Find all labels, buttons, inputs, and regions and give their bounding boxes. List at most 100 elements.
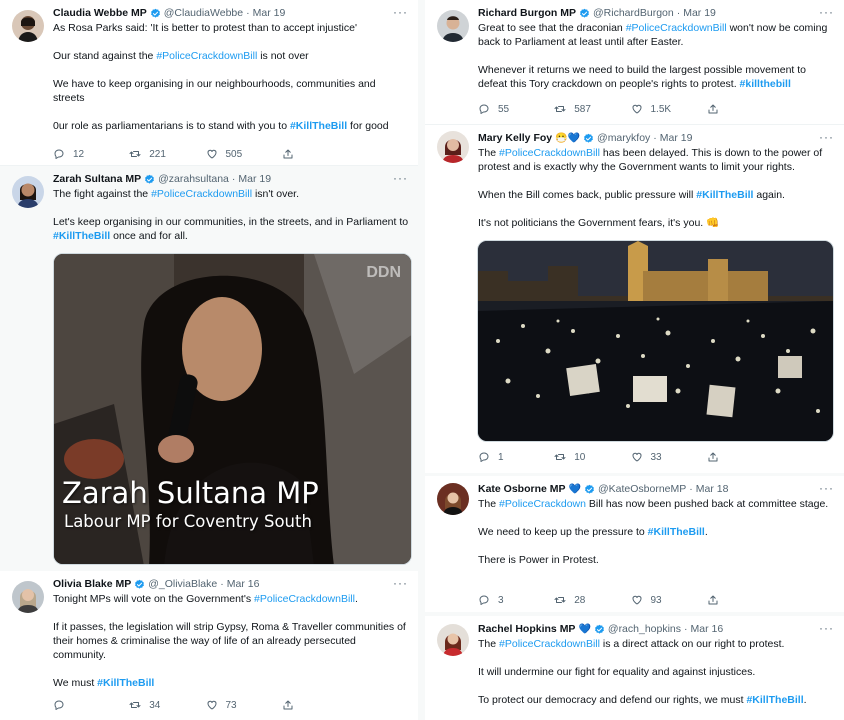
retweet-count: 10 <box>574 451 586 463</box>
more-options-icon[interactable]: ··· <box>393 576 408 590</box>
author-name[interactable]: Olivia Blake MP <box>53 578 131 590</box>
tweet-text: The fight against the #PoliceCrackdownBi… <box>53 187 410 243</box>
avatar[interactable] <box>437 10 469 42</box>
author-name[interactable]: Mary Kelly Foy <box>478 132 552 144</box>
author-name[interactable]: Richard Burgon MP <box>478 7 576 19</box>
reply-button[interactable] <box>53 699 129 711</box>
separator-dot: · <box>689 483 693 495</box>
video-player[interactable]: DDN Zarah Sultana MP Labour MP for Coven… <box>53 253 412 565</box>
avatar[interactable] <box>12 176 44 208</box>
author-handle[interactable]: @zarahsultana <box>158 173 229 185</box>
hashtag-link[interactable]: #PoliceCrackdown <box>499 498 586 510</box>
hashtag-link[interactable]: #KillTheBill <box>648 526 705 538</box>
tweet-actions: 12 221 505 <box>53 148 358 160</box>
name-emoji: 😷💙 <box>555 132 581 144</box>
like-button[interactable]: 505 <box>206 148 282 160</box>
avatar[interactable] <box>437 483 469 515</box>
author-handle[interactable]: @marykfoy <box>597 132 650 144</box>
tweet-date[interactable]: Mar 19 <box>238 173 271 185</box>
tweet-mary-kelly-foy[interactable]: Mary Kelly Foy 😷💙 @marykfoy · Mar 19 The… <box>425 125 844 473</box>
retweet-button[interactable]: 34 <box>129 699 205 711</box>
author-handle[interactable]: @ClaudiaWebbe <box>164 7 243 19</box>
author-handle[interactable]: @_OliviaBlake <box>148 578 217 590</box>
tweet-date[interactable]: Mar 19 <box>253 7 286 19</box>
text: We need to keep up the pressure to <box>478 526 648 538</box>
hashtag-link[interactable]: #KillTheBill <box>746 694 803 706</box>
hashtag-link[interactable]: #KillTheBill <box>696 189 753 201</box>
author-handle[interactable]: @rach_hopkins <box>608 623 681 635</box>
hashtag-link[interactable]: #PoliceCrackdownBill <box>156 50 257 62</box>
reply-button[interactable]: 3 <box>478 594 554 606</box>
avatar[interactable] <box>12 10 44 42</box>
tweet-kate-osborne[interactable]: Kate Osborne MP 💙 @KateOsborneMP · Mar 1… <box>425 476 844 612</box>
tweet-photo[interactable] <box>477 240 834 442</box>
more-options-icon[interactable]: ··· <box>393 5 408 19</box>
retweet-button[interactable]: 28 <box>554 594 630 606</box>
retweet-count: 587 <box>574 103 591 115</box>
tweet-date[interactable]: Mar 16 <box>227 578 260 590</box>
retweet-icon <box>554 594 566 606</box>
reply-count: 55 <box>498 103 510 115</box>
author-handle[interactable]: @RichardBurgon <box>593 7 674 19</box>
hashtag-link[interactable]: #PoliceCrackdownBill <box>626 22 727 34</box>
paragraph: The #PoliceCrackdown Bill has now been p… <box>478 497 836 511</box>
hashtag-link[interactable]: #killthebill <box>740 78 791 90</box>
share-button[interactable] <box>707 594 783 606</box>
share-icon <box>282 148 294 160</box>
share-button[interactable] <box>282 148 358 160</box>
like-button[interactable]: 93 <box>631 594 707 606</box>
paragraph: The #PoliceCrackdownBill has been delaye… <box>478 146 836 174</box>
protest-photo-image <box>478 241 833 441</box>
share-button[interactable] <box>707 451 783 463</box>
reply-icon <box>478 594 490 606</box>
tweet-date[interactable]: Mar 19 <box>660 132 693 144</box>
reply-button[interactable]: 12 <box>53 148 129 160</box>
reply-button[interactable]: 55 <box>478 103 554 115</box>
hashtag-link[interactable]: #PoliceCrackdownBill <box>151 188 252 200</box>
author-handle[interactable]: @KateOsborneMP <box>598 483 686 495</box>
tweet-date[interactable]: Mar 19 <box>683 7 716 19</box>
tweet-date[interactable]: Mar 16 <box>691 623 724 635</box>
tweet-claudia-webbe[interactable]: Claudia Webbe MP @ClaudiaWebbe · Mar 19 … <box>0 0 418 165</box>
reply-button[interactable]: 1 <box>478 451 554 463</box>
avatar[interactable] <box>12 581 44 613</box>
retweet-icon <box>554 451 566 463</box>
name-emoji: 💙 <box>578 623 591 635</box>
author-name[interactable]: Claudia Webbe MP <box>53 7 147 19</box>
verified-badge-icon <box>584 484 595 495</box>
like-button[interactable]: 33 <box>631 451 707 463</box>
hashtag-link[interactable]: #PoliceCrackdownBill <box>254 593 355 605</box>
more-options-icon[interactable]: ··· <box>819 621 834 635</box>
paragraph: Let's keep organising in our communities… <box>53 215 410 243</box>
like-button[interactable]: 1.5K <box>631 103 707 115</box>
avatar[interactable] <box>437 131 469 163</box>
right-column: Richard Burgon MP @RichardBurgon · Mar 1… <box>425 0 844 720</box>
tweet-olivia-blake[interactable]: Olivia Blake MP @_OliviaBlake · Mar 16 T… <box>0 571 418 720</box>
hashtag-link[interactable]: #PoliceCrackdownBill <box>499 147 600 159</box>
share-button[interactable] <box>282 699 358 711</box>
tweet-zarah-sultana[interactable]: Zarah Sultana MP @zarahsultana · Mar 19 … <box>0 166 418 571</box>
tweet-rachel-hopkins[interactable]: Rachel Hopkins MP 💙 @rach_hopkins · Mar … <box>425 616 844 720</box>
text: is not over <box>257 50 309 62</box>
retweet-icon <box>554 103 566 115</box>
hashtag-link[interactable]: #KillTheBill <box>97 677 154 689</box>
retweet-button[interactable]: 221 <box>129 148 205 160</box>
avatar[interactable] <box>437 624 469 656</box>
more-options-icon[interactable]: ··· <box>393 171 408 185</box>
share-button[interactable] <box>707 103 783 115</box>
hashtag-link[interactable]: #KillTheBill <box>53 230 110 242</box>
more-options-icon[interactable]: ··· <box>819 130 834 144</box>
hashtag-link[interactable]: #PoliceCrackdownBill <box>499 638 600 650</box>
author-name[interactable]: Kate Osborne MP <box>478 483 566 495</box>
more-options-icon[interactable]: ··· <box>819 481 834 495</box>
tweet-date[interactable]: Mar 18 <box>696 483 729 495</box>
hashtag-link[interactable]: #KillTheBill <box>290 120 347 132</box>
more-options-icon[interactable]: ··· <box>819 5 834 19</box>
tweet-richard-burgon[interactable]: Richard Burgon MP @RichardBurgon · Mar 1… <box>425 0 844 124</box>
author-name[interactable]: Rachel Hopkins MP <box>478 623 575 635</box>
retweet-button[interactable]: 587 <box>554 103 630 115</box>
separator-dot: · <box>676 7 681 19</box>
retweet-button[interactable]: 10 <box>554 451 630 463</box>
like-button[interactable]: 73 <box>206 699 282 711</box>
author-name[interactable]: Zarah Sultana MP <box>53 173 141 185</box>
